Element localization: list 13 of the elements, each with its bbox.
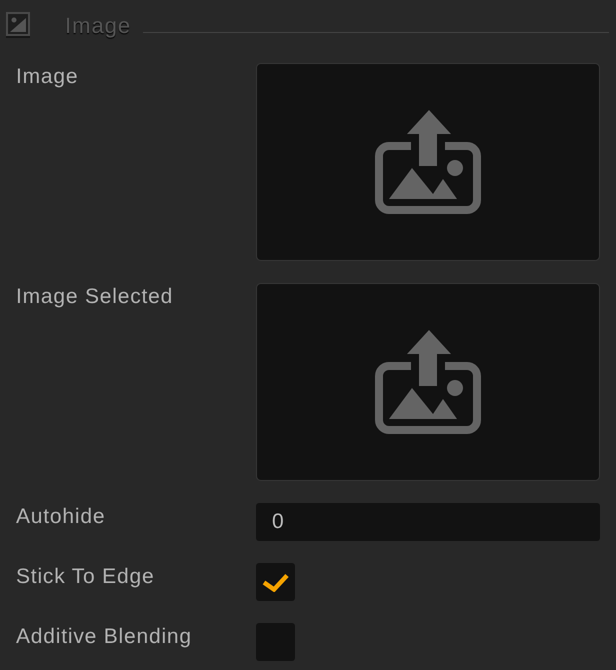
field-label: Image: [16, 64, 78, 90]
field-label: Autohide: [16, 504, 106, 530]
image-icon: [6, 12, 30, 38]
image-picker[interactable]: [256, 63, 600, 261]
upload-image-icon: [375, 330, 481, 434]
field-label: Additive Blending: [16, 624, 192, 650]
upload-image-icon: [375, 110, 481, 214]
field-label: Stick To Edge: [16, 564, 154, 590]
checkmark-icon: [262, 572, 289, 592]
field-label: Image Selected: [16, 284, 174, 310]
checkbox[interactable]: [256, 563, 295, 601]
number-field[interactable]: 0: [256, 503, 600, 541]
image-picker[interactable]: [256, 283, 600, 481]
